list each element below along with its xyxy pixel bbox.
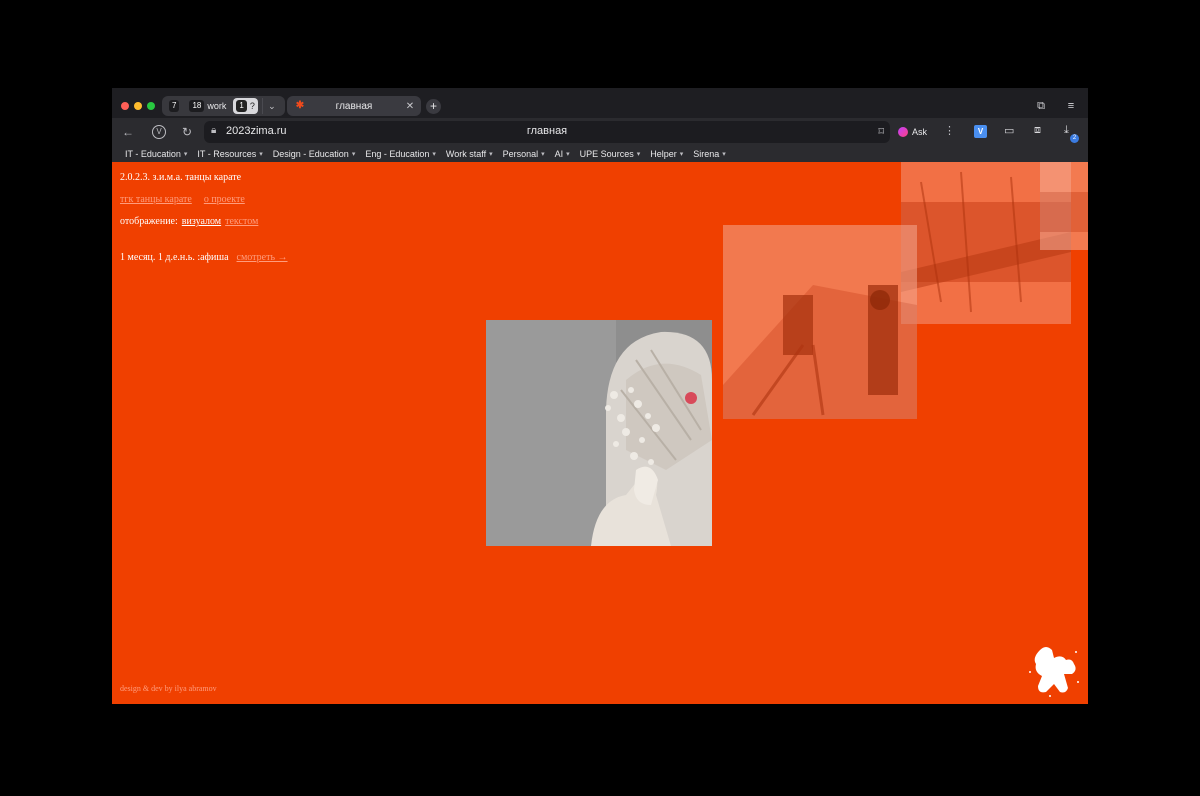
background-photo[interactable] <box>723 225 917 419</box>
bookmark-folder[interactable]: AI ▾ <box>550 149 575 159</box>
browser-window: 7 18 work 1 ? ⌄ ✱ главная ✕ + ⧉ ≡ ← V ↻ … <box>112 88 1088 704</box>
address-bar[interactable]: 🔒︎ 2023zima.ru главная ⌑ <box>204 121 890 143</box>
text-mode-link[interactable]: текстом <box>225 216 258 227</box>
site-title: 2.0.2.3. з.и.м.а. танцы карате <box>120 172 242 183</box>
bookmark-label: Helper <box>650 149 677 159</box>
afisha-text: 1 месяц. 1 д.е.н.ь. :афиша <box>120 252 229 263</box>
workspace-switcher: 7 18 work 1 ? ⌄ <box>162 96 285 116</box>
bookmarks-bar: IT - Education ▾ IT - Resources ▾ Design -… <box>112 146 1088 162</box>
page-title-in-bar: главная <box>526 125 568 137</box>
chevron-down-icon: ▾ <box>566 151 570 158</box>
bookmark-label: Work staff <box>445 149 487 159</box>
workspace-work[interactable]: 18 work <box>186 98 229 114</box>
about-link[interactable]: о проекте <box>204 194 245 205</box>
tabs-overview-icon[interactable]: ⧉ <box>1034 99 1048 113</box>
bookmark-label: Personal <box>502 149 539 159</box>
bookmark-label: IT - Education <box>125 149 181 159</box>
back-arrow-icon[interactable]: ← <box>120 124 136 140</box>
url-host: 2023zima.ru <box>226 125 287 137</box>
ai-icon <box>898 127 908 137</box>
chevron-down-icon: ▾ <box>183 151 188 158</box>
site-logo-icon[interactable] <box>1026 642 1080 698</box>
translate-icon[interactable]: ⧈ <box>1034 124 1041 137</box>
close-window-button[interactable] <box>121 102 129 110</box>
bookmark-icon[interactable]: ⌑ <box>878 125 884 138</box>
workspace-count: 7 <box>169 100 180 112</box>
tab-active[interactable]: ✱ главная ✕ <box>287 96 421 116</box>
bookmark-label: AI <box>554 149 564 159</box>
site-nav: тгк танцы карате о проекте <box>120 194 245 205</box>
workspace-count: 1 <box>236 100 247 112</box>
vivaldi-icon[interactable]: V <box>152 125 166 139</box>
bookmark-label: Design - Education <box>272 149 349 159</box>
workspace-count: 18 <box>189 100 205 112</box>
menu-icon[interactable]: ≡ <box>1064 99 1078 113</box>
reload-icon[interactable]: ↻ <box>179 124 195 140</box>
telegram-link[interactable]: тгк танцы карате <box>120 194 192 205</box>
favicon-icon: ✱ <box>295 100 305 111</box>
battery-icon[interactable]: ▭ <box>1004 124 1014 137</box>
bookmark-folder[interactable]: Eng - Education ▾ <box>360 149 441 159</box>
workspace-current[interactable]: 1 ? <box>233 98 258 114</box>
ask-button[interactable]: Ask <box>898 123 927 141</box>
chevron-down-icon: ▾ <box>432 151 436 158</box>
bookmark-label: Sirena <box>693 149 720 159</box>
tab-strip: 7 18 work 1 ? ⌄ ✱ главная ✕ + ⧉ ≡ <box>112 88 1088 118</box>
chevron-down-icon: ▾ <box>351 151 356 158</box>
afisha-view-link[interactable]: смотреть → <box>237 252 288 263</box>
bookmark-folder[interactable]: Personal ▾ <box>498 149 550 159</box>
bookmark-label: IT - Resources <box>197 149 257 159</box>
workspace-label: work <box>207 101 227 111</box>
chevron-down-icon[interactable]: ⌄ <box>261 98 281 114</box>
footer-credit: design & dev by ilya abramov <box>120 684 217 693</box>
navigation-bar: ← V ↻ 🔒︎ 2023zima.ru главная ⌑ Ask ⋮ V ▭… <box>112 118 1088 146</box>
background-photo[interactable] <box>1040 162 1088 250</box>
page-viewport: 2.0.2.3. з.и.м.а. танцы карате тгк танцы… <box>112 162 1088 704</box>
bookmark-folder[interactable]: Helper ▾ <box>645 149 688 159</box>
bookmark-folder[interactable]: IT - Education ▾ <box>120 149 192 159</box>
featured-photo[interactable] <box>486 320 712 546</box>
bookmark-folder[interactable]: Sirena ▾ <box>688 149 731 159</box>
chevron-down-icon: ▾ <box>679 151 684 158</box>
download-icon[interactable]: ⤓ <box>1064 124 1069 137</box>
lock-icon: 🔒︎ <box>211 125 217 136</box>
display-label: отображение: <box>120 216 178 227</box>
bookmark-label: UPE Sources <box>579 149 634 159</box>
bookmark-folder[interactable]: IT - Resources ▾ <box>192 149 267 159</box>
maximize-window-button[interactable] <box>147 102 155 110</box>
chevron-down-icon: ▾ <box>489 151 493 158</box>
chevron-down-icon: ▾ <box>259 151 263 158</box>
workspace-label: ? <box>249 101 255 111</box>
extension-v-icon[interactable]: V <box>974 125 987 138</box>
chevron-down-icon: ▾ <box>541 151 545 158</box>
tab-title: главная <box>335 100 373 112</box>
workspace-1[interactable]: 7 <box>166 98 182 114</box>
bookmark-label: Eng - Education <box>365 149 430 159</box>
chevron-down-icon: ▾ <box>636 151 641 158</box>
more-options-icon[interactable]: ⋮ <box>944 124 955 137</box>
bookmark-folder[interactable]: Design - Education ▾ <box>268 149 361 159</box>
minimize-window-button[interactable] <box>134 102 142 110</box>
chevron-down-icon: ▾ <box>722 151 726 158</box>
new-tab-button[interactable]: + <box>426 99 441 114</box>
display-mode-switch: отображение: визуалом текстом <box>120 216 258 227</box>
visual-mode-link[interactable]: визуалом <box>182 216 221 227</box>
close-icon[interactable]: ✕ <box>403 101 417 112</box>
bookmark-folder[interactable]: Work staff ▾ <box>441 149 498 159</box>
bookmark-folder[interactable]: UPE Sources ▾ <box>575 149 646 159</box>
ask-label: Ask <box>912 127 928 137</box>
downloads-badge: 2 <box>1070 134 1079 143</box>
afisha-line: 1 месяц. 1 д.е.н.ь. :афиша смотреть → <box>120 252 288 263</box>
